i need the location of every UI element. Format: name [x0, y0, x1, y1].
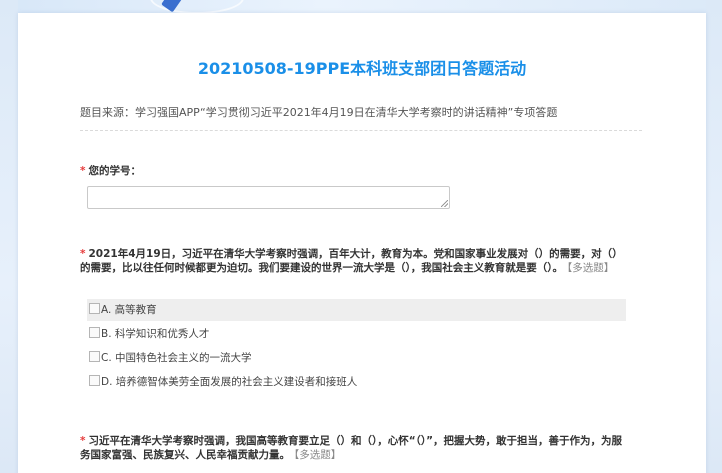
- survey-description: 题目来源：学习强国APP“学习贯彻习近平2021年4月19日在清华大学考察时的讲…: [80, 106, 558, 119]
- question-text: 您的学号：: [88, 165, 142, 177]
- option-label: D. 培养德智体美劳全面发展的社会主义建设者和接班人: [101, 376, 358, 388]
- option-d[interactable]: D. 培养德智体美劳全面发展的社会主义建设者和接班人: [87, 371, 626, 393]
- question-3: * 习近平在清华大学考察时强调，我国高等教育要立足（）和（），心怀“（）”，把握大…: [80, 434, 632, 462]
- divider: [80, 130, 642, 131]
- background-right: [706, 0, 722, 473]
- option-c[interactable]: C. 中国特色社会主义的一流大学: [87, 347, 626, 369]
- required-mark: *: [80, 435, 86, 447]
- option-label: A. 高等教育: [101, 304, 157, 316]
- question-text: 2021年4月19日，习近平在清华大学考察时强调，百年大计，教育为本。党和国家事…: [80, 248, 623, 274]
- survey-card: 20210508-19PPE本科班支部团日答题活动 题目来源：学习强国APP“学…: [18, 13, 706, 473]
- question-text: 习近平在清华大学考察时强调，我国高等教育要立足（）和（），心怀“（）”，把握大势…: [80, 435, 623, 461]
- checkbox-icon[interactable]: [89, 303, 100, 314]
- resize-handle-icon[interactable]: [441, 200, 448, 207]
- option-b[interactable]: B. 科学知识和优秀人才: [87, 323, 626, 345]
- option-a[interactable]: A. 高等教育: [87, 299, 626, 321]
- student-id-textarea[interactable]: [87, 186, 450, 209]
- multi-select-tag: 【多选题】: [294, 449, 342, 461]
- checkbox-icon[interactable]: [89, 327, 100, 338]
- required-mark: *: [80, 165, 86, 177]
- survey-title: 20210508-19PPE本科班支部团日答题活动: [197, 59, 527, 78]
- question-student-id: * 您的学号：: [80, 164, 632, 178]
- option-label: C. 中国特色社会主义的一流大学: [101, 352, 252, 364]
- option-label: B. 科学知识和优秀人才: [101, 328, 210, 340]
- question-2: * 2021年4月19日，习近平在清华大学考察时强调，百年大计，教育为本。党和国家…: [80, 247, 632, 275]
- required-mark: *: [80, 248, 86, 260]
- checkbox-icon[interactable]: [89, 375, 100, 386]
- checkbox-icon[interactable]: [89, 351, 100, 362]
- background-banner: [0, 0, 722, 14]
- multi-select-tag: 【多选题】: [567, 262, 615, 274]
- background-left: [0, 0, 18, 473]
